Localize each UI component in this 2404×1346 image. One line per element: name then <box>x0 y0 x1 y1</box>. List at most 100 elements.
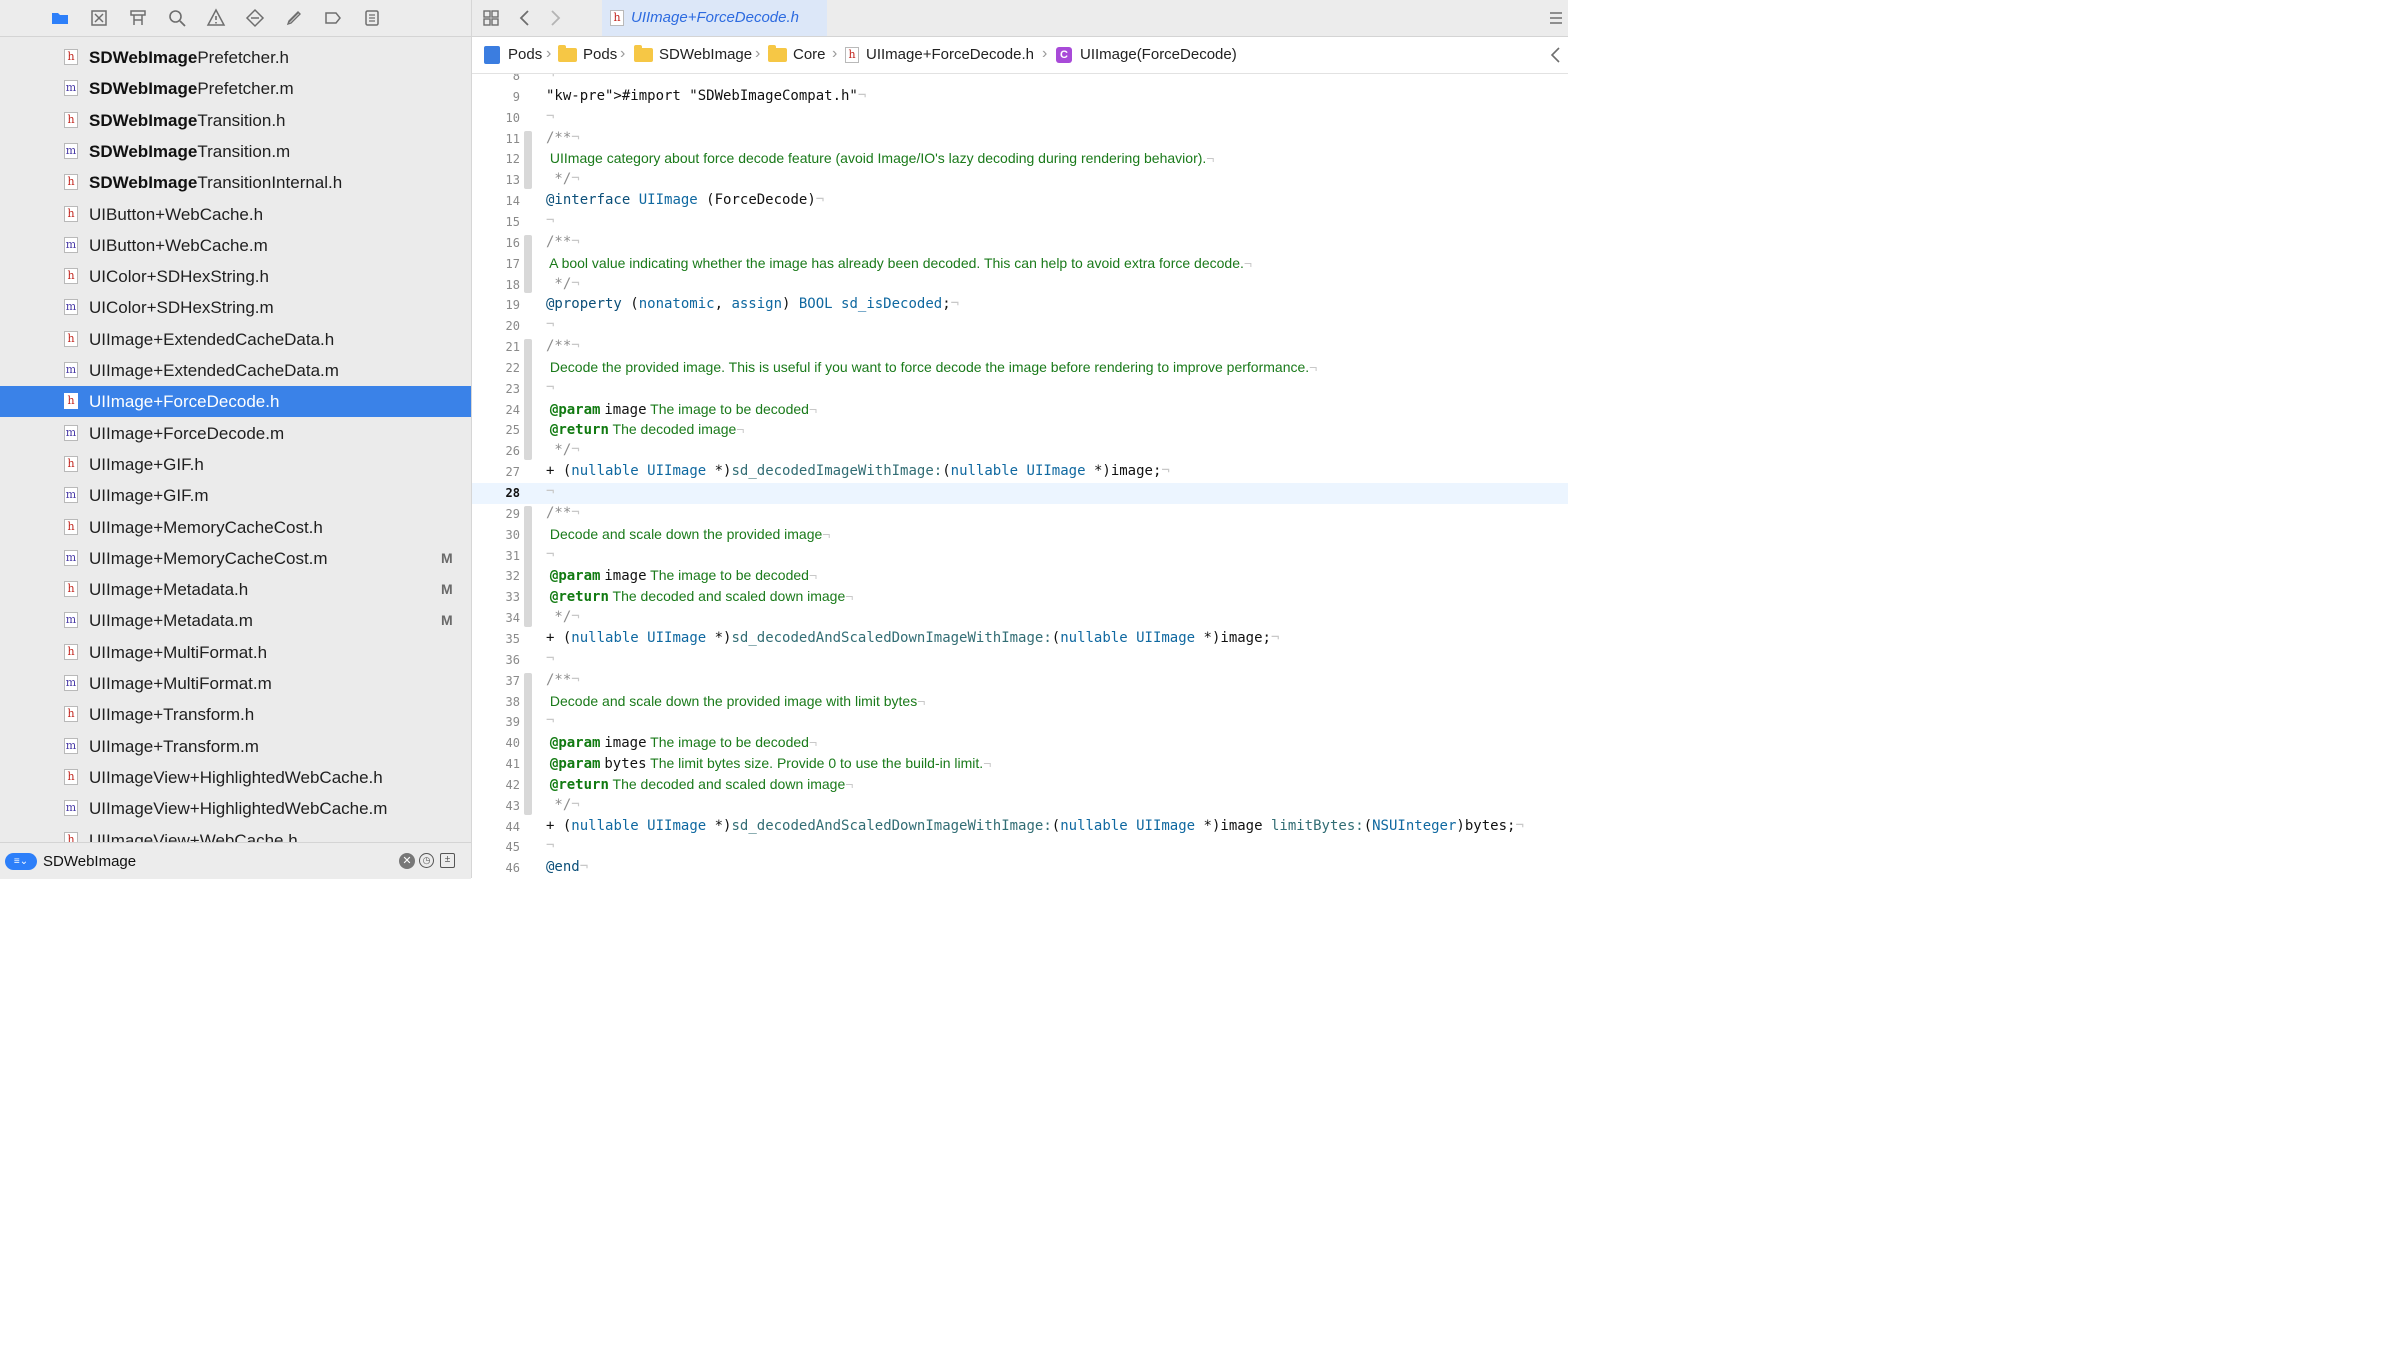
code-fold-ribbon[interactable] <box>524 234 532 294</box>
code-line[interactable]: 24 @param image The image to be decoded¬ <box>472 400 1568 421</box>
code-line[interactable]: 17 A bool value indicating whether the i… <box>472 254 1568 275</box>
file-row[interactable]: m UIImage+MultiFormat.m <box>0 668 471 699</box>
file-row[interactable]: h UIColor+SDHexString.h <box>0 261 471 292</box>
code-line[interactable]: 35 + (nullable UIImage *)sd_decodedAndSca… <box>472 629 1568 650</box>
file-row[interactable]: h UIImageView+WebCache.h <box>0 825 471 842</box>
file-row[interactable]: m SDWebImagePrefetcher.m <box>0 73 471 104</box>
code-line[interactable]: 37 /**¬ <box>472 671 1568 692</box>
code-line[interactable]: 46 @end¬ <box>472 858 1568 878</box>
breakpoint-icon[interactable] <box>321 6 345 30</box>
file-row[interactable]: h SDWebImageTransition.h <box>0 105 471 136</box>
file-row[interactable]: h UIImage+MemoryCacheCost.h <box>0 512 471 543</box>
code-line[interactable]: 16 /**¬ <box>472 233 1568 254</box>
filter-options-button[interactable]: ≡⌄ <box>5 853 37 870</box>
code-text: @return The decoded image¬ <box>549 421 745 439</box>
grid-icon[interactable] <box>479 6 503 30</box>
code-line[interactable]: 36 ¬ <box>472 650 1568 671</box>
code-line[interactable]: 20 ¬ <box>472 316 1568 337</box>
code-line[interactable]: 12 UIImage category about force decode f… <box>472 149 1568 170</box>
test-icon[interactable] <box>243 6 267 30</box>
breadcrumb-file[interactable]: UIImage+ForceDecode.h <box>866 46 1034 63</box>
code-line[interactable]: 23 ¬ <box>472 379 1568 400</box>
report-icon[interactable] <box>360 6 384 30</box>
file-row[interactable]: h SDWebImagePrefetcher.h <box>0 42 471 73</box>
code-fold-ribbon[interactable] <box>524 339 532 461</box>
code-line[interactable]: 29 /**¬ <box>472 504 1568 525</box>
file-row[interactable]: h UIImageView+HighlightedWebCache.h <box>0 762 471 793</box>
code-line[interactable]: 13 */¬ <box>472 170 1568 191</box>
clear-filter-icon[interactable]: ✕ <box>399 853 415 869</box>
breadcrumb-core[interactable]: Core <box>793 46 826 63</box>
breadcrumb-symbol[interactable]: UIImage(ForceDecode) <box>1080 46 1237 63</box>
code-line[interactable]: 11 /**¬ <box>472 129 1568 150</box>
code-line[interactable]: 34 */¬ <box>472 608 1568 629</box>
file-row[interactable]: m UIColor+SDHexString.m <box>0 292 471 323</box>
file-row[interactable]: m UIImage+Metadata.m M <box>0 605 471 636</box>
code-line[interactable]: 42 @return The decoded and scaled down i… <box>472 775 1568 796</box>
code-line[interactable]: 18 */¬ <box>472 275 1568 296</box>
editor-options-icon[interactable] <box>1544 6 1568 30</box>
back-chevron-icon[interactable] <box>513 6 537 30</box>
breadcrumb-sdwebimage[interactable]: SDWebImage <box>659 46 752 63</box>
code-line[interactable]: 32 @param image The image to be decoded¬ <box>472 566 1568 587</box>
source-control-icon[interactable] <box>87 6 111 30</box>
file-row[interactable]: h UIImage+ExtendedCacheData.h <box>0 324 471 355</box>
code-line[interactable]: 14 @interface UIImage (ForceDecode)¬ <box>472 191 1568 212</box>
forward-chevron-icon[interactable] <box>543 6 567 30</box>
code-line[interactable]: 38 Decode and scale down the provided im… <box>472 692 1568 713</box>
tab-uiimage-forcedecode-h[interactable]: h UIImage+ForceDecode.h <box>602 0 827 36</box>
file-row[interactable]: h UIButton+WebCache.h <box>0 199 471 230</box>
debug-icon[interactable] <box>282 6 306 30</box>
search-icon[interactable] <box>165 6 189 30</box>
file-row[interactable]: m SDWebImageTransition.m <box>0 136 471 167</box>
code-line[interactable]: 19 @property (nonatomic, assign) BOOL sd_… <box>472 295 1568 316</box>
code-fold-ribbon[interactable] <box>524 505 532 627</box>
file-row[interactable]: h UIImage+ForceDecode.h <box>0 386 471 418</box>
code-fold-ribbon[interactable] <box>524 672 532 815</box>
file-row[interactable]: m UIImage+ExtendedCacheData.m <box>0 355 471 386</box>
code-fold-ribbon[interactable] <box>524 130 532 190</box>
show-modified-files-icon[interactable]: ± <box>440 853 455 868</box>
file-row[interactable]: m UIImage+Transform.m <box>0 731 471 762</box>
file-row[interactable]: h UIImage+MultiFormat.h <box>0 637 471 668</box>
code-line[interactable]: 8 ¬ <box>472 74 1568 87</box>
file-row[interactable]: m UIImage+GIF.m <box>0 480 471 511</box>
breadcrumb-pods[interactable]: Pods <box>583 46 617 63</box>
code-line[interactable]: 39 ¬ <box>472 712 1568 733</box>
code-line[interactable]: 41 @param bytes The limit bytes size. Pr… <box>472 754 1568 775</box>
code-line[interactable]: 21 /**¬ <box>472 337 1568 358</box>
code-line[interactable]: 9 "kw-pre">#import "SDWebImageCompat.h"¬ <box>472 87 1568 108</box>
file-row[interactable]: m UIImage+MemoryCacheCost.m M <box>0 543 471 574</box>
filter-input[interactable] <box>43 851 383 871</box>
code-line[interactable]: 15 ¬ <box>472 212 1568 233</box>
recent-files-clock-icon[interactable]: ◷ <box>419 853 434 868</box>
code-line[interactable]: 45 ¬ <box>472 837 1568 858</box>
code-line[interactable]: 28 ¬ <box>472 483 1568 504</box>
file-row[interactable]: m UIImage+ForceDecode.m <box>0 418 471 449</box>
code-line[interactable]: 25 @return The decoded image¬ <box>472 420 1568 441</box>
hierarchy-icon[interactable] <box>126 6 150 30</box>
breadcrumb-pods-project[interactable]: Pods <box>508 46 542 63</box>
code-line[interactable]: 43 */¬ <box>472 796 1568 817</box>
code-line[interactable]: 40 @param image The image to be decoded¬ <box>472 733 1568 754</box>
code-area[interactable]: 8 ¬ 9 "kw-pre">#import "SDWebImageCompat.h"… <box>472 74 1568 878</box>
file-row[interactable]: h UIImage+Transform.h <box>0 699 471 730</box>
code-line[interactable]: 27 + (nullable UIImage *)sd_decodedImageW… <box>472 462 1568 483</box>
code-line[interactable]: 31 ¬ <box>472 546 1568 567</box>
code-line[interactable]: 10 ¬ <box>472 108 1568 129</box>
file-row[interactable]: h UIImage+Metadata.h M <box>0 574 471 605</box>
warning-icon[interactable] <box>204 6 228 30</box>
related-items-chevron-icon[interactable] <box>1544 43 1568 67</box>
code-line[interactable]: 33 @return The decoded and scaled down i… <box>472 587 1568 608</box>
filter-bar: ≡⌄ ✕ ◷ ± <box>0 842 471 879</box>
file-row[interactable]: m UIButton+WebCache.m <box>0 230 471 261</box>
code-line[interactable]: 26 */¬ <box>472 441 1568 462</box>
code-line[interactable]: 30 Decode and scale down the provided im… <box>472 525 1568 546</box>
line-number: 41 <box>505 757 520 772</box>
file-row[interactable]: h UIImage+GIF.h <box>0 449 471 480</box>
code-line[interactable]: 22 Decode the provided image. This is us… <box>472 358 1568 379</box>
code-line[interactable]: 44 + (nullable UIImage *)sd_decodedAndSca… <box>472 817 1568 838</box>
file-row[interactable]: m UIImageView+HighlightedWebCache.m <box>0 793 471 824</box>
file-row[interactable]: h SDWebImageTransitionInternal.h <box>0 167 471 198</box>
folder-icon[interactable] <box>48 6 72 30</box>
